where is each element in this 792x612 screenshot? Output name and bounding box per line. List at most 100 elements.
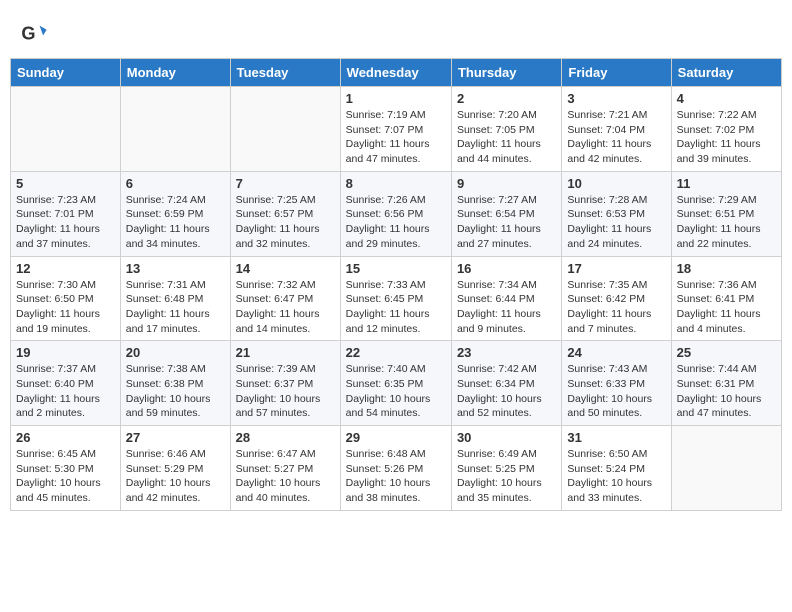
sunset-text: Sunset: 6:38 PM	[126, 377, 225, 392]
sunrise-text: Sunrise: 7:26 AM	[346, 193, 446, 208]
sunset-text: Sunset: 6:41 PM	[677, 292, 776, 307]
day-info: Sunrise: 7:36 AMSunset: 6:41 PMDaylight:…	[677, 278, 776, 337]
day-number: 18	[677, 261, 776, 276]
sunrise-text: Sunrise: 7:22 AM	[677, 108, 776, 123]
sunset-text: Sunset: 6:56 PM	[346, 207, 446, 222]
day-info: Sunrise: 7:40 AMSunset: 6:35 PMDaylight:…	[346, 362, 446, 421]
calendar-cell: 19Sunrise: 7:37 AMSunset: 6:40 PMDayligh…	[11, 341, 121, 426]
day-info: Sunrise: 7:21 AMSunset: 7:04 PMDaylight:…	[567, 108, 665, 167]
daylight-text: Daylight: 11 hours and 14 minutes.	[236, 307, 335, 336]
calendar-cell: 7 Sunrise: 7:25 AMSunset: 6:57 PMDaylight…	[230, 171, 340, 256]
sunset-text: Sunset: 6:59 PM	[126, 207, 225, 222]
day-number: 8	[346, 176, 446, 191]
calendar-cell: 8 Sunrise: 7:26 AMSunset: 6:56 PMDaylight…	[340, 171, 451, 256]
day-number: 6	[126, 176, 225, 191]
calendar-cell	[671, 426, 781, 511]
day-info: Sunrise: 6:45 AMSunset: 5:30 PMDaylight:…	[16, 447, 115, 506]
daylight-text: Daylight: 11 hours and 34 minutes.	[126, 222, 225, 251]
calendar-cell: 16Sunrise: 7:34 AMSunset: 6:44 PMDayligh…	[451, 256, 561, 341]
calendar-cell: 26Sunrise: 6:45 AMSunset: 5:30 PMDayligh…	[11, 426, 121, 511]
daylight-text: Daylight: 10 hours and 45 minutes.	[16, 476, 115, 505]
sunset-text: Sunset: 5:29 PM	[126, 462, 225, 477]
sunrise-text: Sunrise: 6:46 AM	[126, 447, 225, 462]
sunset-text: Sunset: 7:05 PM	[457, 123, 556, 138]
sunrise-text: Sunrise: 7:36 AM	[677, 278, 776, 293]
day-info: Sunrise: 7:31 AMSunset: 6:48 PMDaylight:…	[126, 278, 225, 337]
calendar-cell: 30Sunrise: 6:49 AMSunset: 5:25 PMDayligh…	[451, 426, 561, 511]
daylight-text: Daylight: 11 hours and 44 minutes.	[457, 137, 556, 166]
calendar-cell: 21Sunrise: 7:39 AMSunset: 6:37 PMDayligh…	[230, 341, 340, 426]
calendar-cell: 31 Sunrise: 6:50 AMSunset: 5:24 PMDayligh…	[562, 426, 671, 511]
sunset-text: Sunset: 6:57 PM	[236, 207, 335, 222]
sunset-text: Sunset: 7:07 PM	[346, 123, 446, 138]
sunrise-text: Sunrise: 7:39 AM	[236, 362, 335, 377]
sunrise-text: Sunrise: 7:40 AM	[346, 362, 446, 377]
day-number: 15	[346, 261, 446, 276]
day-info: Sunrise: 6:48 AMSunset: 5:26 PMDaylight:…	[346, 447, 446, 506]
calendar-cell: 5Sunrise: 7:23 AMSunset: 7:01 PMDaylight…	[11, 171, 121, 256]
daylight-text: Daylight: 11 hours and 22 minutes.	[677, 222, 776, 251]
day-number: 7	[236, 176, 335, 191]
day-number: 17	[567, 261, 665, 276]
day-number: 11	[677, 176, 776, 191]
day-number: 25	[677, 345, 776, 360]
sunrise-text: Sunrise: 7:24 AM	[126, 193, 225, 208]
day-number: 14	[236, 261, 335, 276]
day-number: 1	[346, 91, 446, 106]
day-info: Sunrise: 6:49 AMSunset: 5:25 PMDaylight:…	[457, 447, 556, 506]
sunset-text: Sunset: 6:37 PM	[236, 377, 335, 392]
day-number: 23	[457, 345, 556, 360]
sunset-text: Sunset: 6:34 PM	[457, 377, 556, 392]
calendar-cell: 27 Sunrise: 6:46 AMSunset: 5:29 PMDayligh…	[120, 426, 230, 511]
calendar-cell	[11, 87, 121, 172]
day-info: Sunrise: 6:47 AMSunset: 5:27 PMDaylight:…	[236, 447, 335, 506]
day-info: Sunrise: 7:24 AMSunset: 6:59 PMDaylight:…	[126, 193, 225, 252]
day-info: Sunrise: 7:26 AMSunset: 6:56 PMDaylight:…	[346, 193, 446, 252]
day-number: 16	[457, 261, 556, 276]
sunrise-text: Sunrise: 7:29 AM	[677, 193, 776, 208]
sunset-text: Sunset: 5:25 PM	[457, 462, 556, 477]
sunrise-text: Sunrise: 7:33 AM	[346, 278, 446, 293]
day-number: 3	[567, 91, 665, 106]
daylight-text: Daylight: 11 hours and 32 minutes.	[236, 222, 335, 251]
day-info: Sunrise: 7:29 AMSunset: 6:51 PMDaylight:…	[677, 193, 776, 252]
calendar-cell: 14Sunrise: 7:32 AMSunset: 6:47 PMDayligh…	[230, 256, 340, 341]
sunset-text: Sunset: 5:27 PM	[236, 462, 335, 477]
calendar-cell: 22Sunrise: 7:40 AMSunset: 6:35 PMDayligh…	[340, 341, 451, 426]
daylight-text: Daylight: 10 hours and 47 minutes.	[677, 392, 776, 421]
day-info: Sunrise: 6:50 AMSunset: 5:24 PMDaylight:…	[567, 447, 665, 506]
sunrise-text: Sunrise: 7:37 AM	[16, 362, 115, 377]
calendar-cell: 25Sunrise: 7:44 AMSunset: 6:31 PMDayligh…	[671, 341, 781, 426]
daylight-text: Daylight: 10 hours and 54 minutes.	[346, 392, 446, 421]
col-header-saturday: Saturday	[671, 59, 781, 87]
daylight-text: Daylight: 10 hours and 42 minutes.	[126, 476, 225, 505]
col-header-tuesday: Tuesday	[230, 59, 340, 87]
calendar-cell: 13 Sunrise: 7:31 AMSunset: 6:48 PMDayligh…	[120, 256, 230, 341]
day-number: 13	[126, 261, 225, 276]
day-info: Sunrise: 7:33 AMSunset: 6:45 PMDaylight:…	[346, 278, 446, 337]
sunrise-text: Sunrise: 7:19 AM	[346, 108, 446, 123]
sunset-text: Sunset: 6:45 PM	[346, 292, 446, 307]
calendar-cell: 9Sunrise: 7:27 AMSunset: 6:54 PMDaylight…	[451, 171, 561, 256]
sunset-text: Sunset: 6:33 PM	[567, 377, 665, 392]
calendar-cell: 12Sunrise: 7:30 AMSunset: 6:50 PMDayligh…	[11, 256, 121, 341]
sunset-text: Sunset: 6:51 PM	[677, 207, 776, 222]
day-number: 27	[126, 430, 225, 445]
daylight-text: Daylight: 11 hours and 24 minutes.	[567, 222, 665, 251]
sunrise-text: Sunrise: 7:25 AM	[236, 193, 335, 208]
calendar-week-row: 12Sunrise: 7:30 AMSunset: 6:50 PMDayligh…	[11, 256, 782, 341]
sunset-text: Sunset: 7:04 PM	[567, 123, 665, 138]
sunrise-text: Sunrise: 6:49 AM	[457, 447, 556, 462]
day-number: 31	[567, 430, 665, 445]
daylight-text: Daylight: 11 hours and 4 minutes.	[677, 307, 776, 336]
calendar-cell: 3 Sunrise: 7:21 AMSunset: 7:04 PMDaylight…	[562, 87, 671, 172]
col-header-monday: Monday	[120, 59, 230, 87]
day-info: Sunrise: 7:35 AMSunset: 6:42 PMDaylight:…	[567, 278, 665, 337]
sunrise-text: Sunrise: 7:35 AM	[567, 278, 665, 293]
logo: G	[20, 20, 52, 48]
logo-icon: G	[20, 20, 48, 48]
calendar-cell: 15 Sunrise: 7:33 AMSunset: 6:45 PMDayligh…	[340, 256, 451, 341]
daylight-text: Daylight: 10 hours and 35 minutes.	[457, 476, 556, 505]
daylight-text: Daylight: 11 hours and 37 minutes.	[16, 222, 115, 251]
daylight-text: Daylight: 11 hours and 9 minutes.	[457, 307, 556, 336]
